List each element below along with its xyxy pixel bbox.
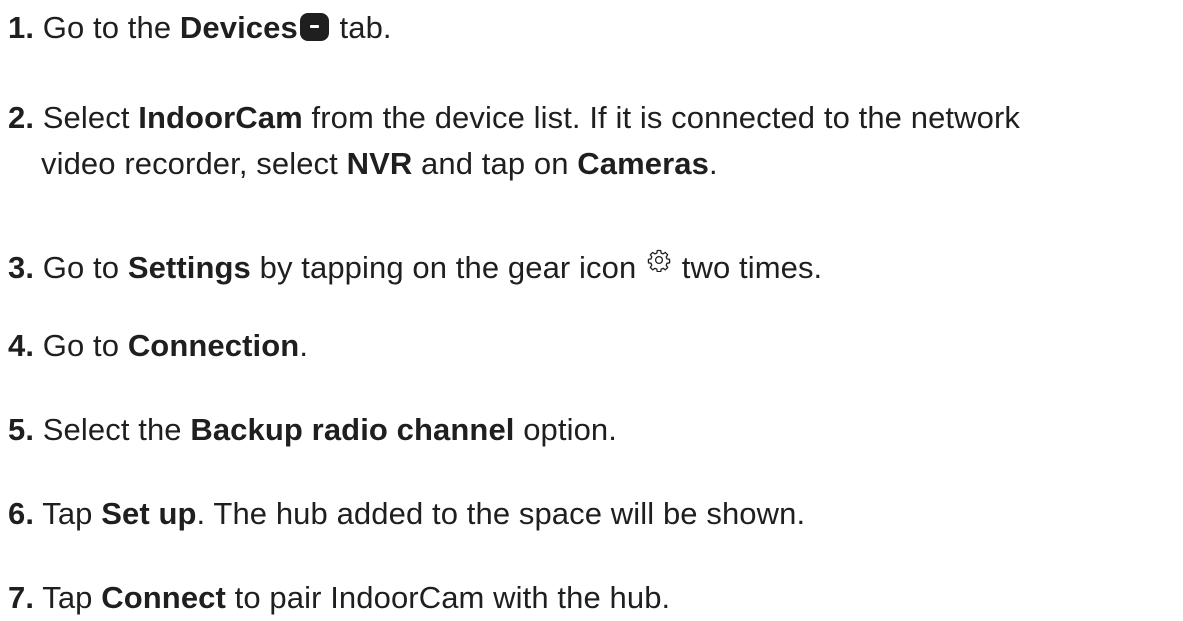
step-text: Select the (34, 412, 191, 447)
step-number: 2. (8, 100, 35, 135)
step-term: Cameras (577, 146, 709, 181)
step-text: two times. (673, 250, 823, 285)
step-text: and tap on (412, 146, 578, 181)
step-3: 3. Go to Settings by tapping on the gear… (8, 239, 1178, 291)
step-text: Go to the (34, 10, 180, 45)
step-1: 1. Go to the Devices tab. (8, 5, 1178, 51)
gear-icon (647, 239, 671, 273)
step-number: 6. (8, 496, 35, 531)
step-text: Go to (34, 250, 128, 285)
step-term: Connect (101, 580, 226, 615)
step-number: 7. (8, 580, 35, 615)
step-text: . The hub added to the space will be sho… (196, 496, 806, 531)
step-term: Devices (179, 10, 298, 45)
step-term: IndoorCam (138, 100, 303, 135)
step-text: Tap (34, 580, 102, 615)
step-text: by tapping on the gear icon (250, 250, 646, 285)
devices-tab-icon (299, 13, 329, 41)
step-number: 5. (8, 412, 35, 447)
step-term: Backup radio channel (190, 412, 515, 447)
step-text: Tap (34, 496, 102, 531)
step-term: NVR (346, 146, 413, 181)
step-continuation: video recorder, select NVR and tap on Ca… (8, 141, 1178, 187)
step-6: 6. Tap Set up. The hub added to the spac… (8, 491, 1178, 537)
step-term: Set up (101, 496, 197, 531)
step-4: 4. Go to Connection. (8, 323, 1178, 369)
step-text: option. (514, 412, 617, 447)
step-text: to pair IndoorCam with the hub. (225, 580, 671, 615)
step-text: video recorder, select (41, 146, 347, 181)
step-number: 1. (8, 10, 35, 45)
step-text: Go to (34, 328, 128, 363)
step-number: 4. (8, 328, 35, 363)
step-term: Connection (127, 328, 300, 363)
step-7: 7. Tap Connect to pair IndoorCam with th… (8, 575, 1178, 621)
step-term: Settings (127, 250, 251, 285)
step-text: . (708, 146, 718, 181)
step-5: 5. Select the Backup radio channel optio… (8, 407, 1178, 453)
step-2: 2. Select IndoorCam from the device list… (8, 95, 1178, 187)
step-text: Select (34, 100, 139, 135)
step-text: from the device list. If it is connected… (302, 100, 1020, 135)
step-text: . (299, 328, 309, 363)
step-text: tab. (330, 10, 392, 45)
step-number: 3. (8, 250, 35, 285)
